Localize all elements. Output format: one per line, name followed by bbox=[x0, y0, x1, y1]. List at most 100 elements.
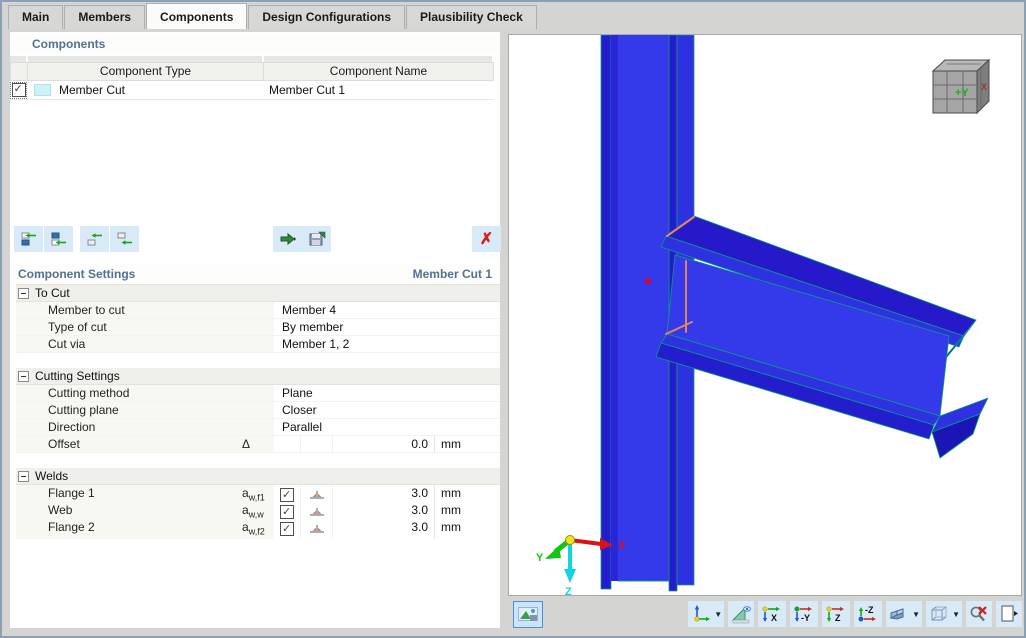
svg-text:-Z: -Z bbox=[865, 605, 874, 615]
insert-component-above-button[interactable] bbox=[14, 226, 43, 252]
member-to-cut-value[interactable]: Member 4 bbox=[274, 302, 500, 318]
insert-row-below-icon bbox=[51, 232, 66, 246]
fillet-weld-icon bbox=[309, 491, 324, 500]
view-x-icon: X bbox=[762, 606, 781, 623]
component-settings-title: Component Settings bbox=[18, 267, 136, 281]
delete-x-icon: ✗ bbox=[479, 231, 494, 248]
view-in-neg-z-button[interactable]: -Z bbox=[854, 601, 883, 627]
z-axis-label: Z bbox=[565, 586, 572, 595]
setting-row-flange-1[interactable]: Flange 1 aw,f1 3.0 mm bbox=[16, 485, 500, 506]
chevron-down-icon[interactable]: ▼ bbox=[912, 610, 920, 619]
table-row[interactable]: Member Cut Member Cut 1 bbox=[10, 81, 500, 100]
setting-row-member-to-cut[interactable]: Member to cut Member 4 bbox=[16, 302, 500, 319]
wireframe-display-button[interactable]: ▼ bbox=[926, 601, 962, 627]
table-header-row: Component Type Component Name bbox=[10, 62, 500, 81]
setting-row-flange-2[interactable]: Flange 2 aw,f2 3.0 mm bbox=[16, 519, 500, 540]
cutting-method-value[interactable]: Plane bbox=[274, 385, 500, 401]
cancel-zoom-button[interactable] bbox=[966, 601, 992, 627]
tab-components[interactable]: Components bbox=[146, 3, 248, 29]
component-active-checkbox[interactable] bbox=[11, 82, 26, 97]
setting-row-web[interactable]: Web aw,w 3.0 mm bbox=[16, 502, 500, 523]
insert-row-above-icon bbox=[21, 232, 36, 246]
window-bottom-strip bbox=[2, 628, 1024, 636]
display-properties-button[interactable] bbox=[513, 601, 543, 628]
flange-2-weld-size-input[interactable]: 3.0 bbox=[332, 519, 434, 540]
group-to-cut[interactable]: To Cut bbox=[16, 285, 500, 302]
offset-value-input[interactable]: 0.0 bbox=[332, 436, 434, 452]
svg-text:-Y: -Y bbox=[801, 613, 810, 623]
component-name-header[interactable]: Component Name bbox=[264, 62, 494, 81]
component-color-swatch bbox=[34, 84, 51, 96]
tab-design-configurations[interactable]: Design Configurations bbox=[248, 5, 406, 29]
group-welds[interactable]: Welds bbox=[16, 468, 500, 485]
display-properties-icon bbox=[518, 606, 538, 621]
component-name-cell: Member Cut 1 bbox=[264, 81, 494, 100]
components-panel: Components Component Type Component Name… bbox=[10, 32, 501, 632]
cut-via-value[interactable]: Member 1, 2 bbox=[274, 336, 500, 352]
fillet-weld-icon bbox=[309, 525, 324, 534]
flange-1-weld-checkbox[interactable] bbox=[280, 487, 294, 503]
beam-member bbox=[655, 215, 989, 459]
show-panel-button[interactable] bbox=[996, 601, 1022, 627]
setting-row-offset[interactable]: Offset Δ 0.0 mm bbox=[16, 436, 500, 453]
fillet-weld-icon bbox=[309, 508, 324, 517]
web-weld-checkbox[interactable] bbox=[280, 504, 294, 520]
cube-side-label: X bbox=[981, 82, 987, 92]
view-angle-button[interactable] bbox=[728, 601, 755, 627]
chevron-down-icon[interactable]: ▼ bbox=[952, 610, 960, 619]
collapse-minus-icon[interactable] bbox=[18, 370, 29, 382]
group-gap bbox=[16, 353, 500, 368]
view-z-icon: Z bbox=[826, 606, 845, 623]
svg-text:X: X bbox=[771, 613, 777, 623]
append-component-button[interactable] bbox=[110, 226, 139, 252]
solid-model-display-button[interactable]: ▼ bbox=[886, 601, 923, 627]
component-type-header[interactable]: Component Type bbox=[28, 62, 264, 81]
view-neg-z-icon: -Z bbox=[858, 605, 877, 622]
offset-unit: mm bbox=[434, 436, 500, 452]
tab-main[interactable]: Main bbox=[8, 5, 64, 29]
components-toolbar: ✗ bbox=[10, 226, 501, 254]
group-cutting-settings[interactable]: Cutting Settings bbox=[16, 368, 500, 385]
chevron-down-icon[interactable]: ▼ bbox=[714, 610, 722, 619]
tab-members[interactable]: Members bbox=[64, 5, 146, 29]
insert-component-below-button[interactable] bbox=[44, 226, 73, 252]
component-settings-title-bar: Component Settings Member Cut 1 bbox=[10, 264, 500, 284]
save-component-template-button[interactable] bbox=[302, 226, 331, 252]
checkbox-column-header bbox=[10, 62, 28, 81]
zoom-cancel-icon bbox=[970, 606, 987, 622]
tab-plausibility-check[interactable]: Plausibility Check bbox=[406, 5, 537, 29]
setting-row-cut-via[interactable]: Cut via Member 1, 2 bbox=[16, 336, 500, 353]
collapse-minus-icon[interactable] bbox=[18, 287, 29, 299]
axes-icon bbox=[694, 605, 711, 622]
view-in-neg-y-button[interactable]: -Y bbox=[790, 601, 819, 627]
component-settings-grid: To Cut Member to cut Member 4 Type of cu… bbox=[16, 284, 500, 540]
protractor-eye-icon bbox=[731, 606, 752, 624]
svg-text:Z: Z bbox=[835, 613, 841, 623]
insert-sub-row-icon bbox=[87, 233, 102, 246]
table-empty-area bbox=[10, 100, 500, 226]
group-gap bbox=[16, 453, 500, 468]
3d-viewport[interactable]: +Y X X Y Z bbox=[508, 34, 1022, 596]
cutting-plane-value[interactable]: Closer bbox=[274, 402, 500, 418]
delete-component-button[interactable]: ✗ bbox=[472, 226, 501, 252]
navigation-cube[interactable]: +Y X bbox=[931, 58, 991, 115]
cube-front-label: +Y bbox=[955, 87, 969, 99]
setting-row-cutting-plane[interactable]: Cutting plane Closer bbox=[16, 402, 500, 419]
components-section-title: Components bbox=[10, 34, 500, 54]
direction-value[interactable]: Parallel bbox=[274, 419, 500, 435]
import-component-button[interactable] bbox=[273, 226, 302, 252]
flange-2-weld-checkbox[interactable] bbox=[280, 521, 294, 537]
view-in-x-button[interactable]: X bbox=[758, 601, 787, 627]
node-marker[interactable] bbox=[645, 278, 651, 284]
3d-scene: +Y X X Y Z bbox=[536, 35, 991, 595]
setting-row-direction[interactable]: Direction Parallel bbox=[16, 419, 500, 436]
coordinate-system-button[interactable]: ▼ bbox=[688, 601, 725, 627]
setting-row-cutting-method[interactable]: Cutting method Plane bbox=[16, 385, 500, 402]
insert-subcomponent-button[interactable] bbox=[80, 226, 109, 252]
setting-row-type-of-cut[interactable]: Type of cut By member bbox=[16, 319, 500, 336]
collapse-minus-icon[interactable] bbox=[18, 470, 29, 482]
view-in-z-button[interactable]: Z bbox=[822, 601, 851, 627]
type-of-cut-value[interactable]: By member bbox=[274, 319, 500, 335]
offset-delta-symbol: Δ bbox=[238, 436, 274, 452]
solid-model-icon bbox=[889, 608, 904, 620]
